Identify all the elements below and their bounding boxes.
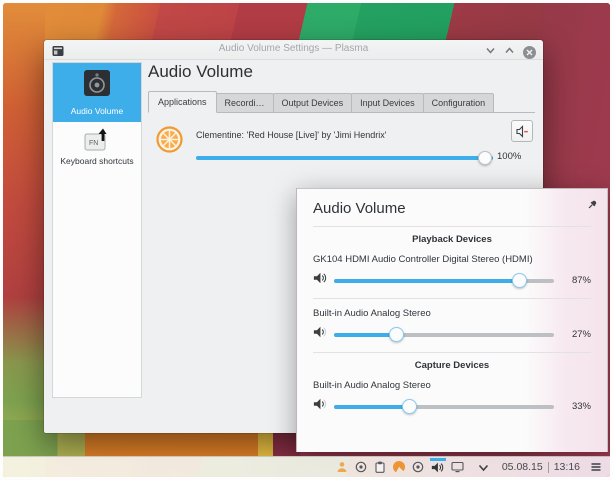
- taskbar: 05.08.15 13:16: [3, 456, 610, 477]
- clementine-orange-icon: [156, 126, 183, 158]
- divider: [313, 298, 591, 299]
- hamburger-menu-icon[interactable]: [588, 457, 603, 477]
- slider-handle[interactable]: [389, 326, 405, 342]
- application-volume-row: Clementine: 'Red House [Live]' by 'Jimi …: [148, 120, 535, 165]
- sidebar-item-audio-volume[interactable]: Audio Volume: [53, 63, 141, 122]
- svg-text:FN: FN: [89, 140, 98, 147]
- titlebar[interactable]: Audio Volume Settings — Plasma: [44, 40, 543, 60]
- device-volume-row: 33%: [313, 398, 591, 415]
- speaker-box-icon: [82, 68, 112, 103]
- volume-value: 27%: [571, 329, 591, 340]
- slider-handle[interactable]: [401, 398, 417, 414]
- active-indicator: [429, 458, 446, 461]
- audio-volume-popup: Audio Volume Playback Devices GK104 HDMI…: [296, 188, 608, 452]
- expand-chevron-icon[interactable]: [476, 457, 492, 477]
- device-volume-row: 87%: [313, 272, 591, 289]
- slider-handle[interactable]: [512, 272, 528, 288]
- application-stream-title: Clementine: 'Red House [Live]' by 'Jimi …: [196, 130, 387, 140]
- disc-icon[interactable]: [411, 457, 426, 477]
- clock-separator: [547, 461, 549, 473]
- clock-date: 05.08.15: [501, 461, 543, 473]
- volume-value: 100%: [497, 151, 522, 162]
- audio-volume-tray-icon[interactable]: [429, 457, 446, 477]
- clipboard-icon[interactable]: [373, 457, 388, 477]
- speaker-mute-icon[interactable]: [511, 120, 533, 142]
- record-circle-icon[interactable]: [354, 457, 369, 477]
- device-volume-slider[interactable]: [334, 272, 554, 288]
- sidebar-item-label: Audio Volume: [70, 106, 124, 116]
- volume-value: 87%: [571, 275, 591, 286]
- device-volume-slider[interactable]: [334, 326, 554, 342]
- maximize-chevron-icon[interactable]: [504, 43, 515, 61]
- sidebar-item-label: Keyboard shortcuts: [60, 156, 134, 166]
- wallpaper-left-band: [3, 3, 45, 477]
- desktop: Audio Volume Settings — Plasma Audio Vol…: [3, 3, 610, 477]
- minimize-chevron-icon[interactable]: [485, 43, 496, 61]
- tab-bar: Applications Recordi… Output Devices Inp…: [148, 91, 535, 113]
- fn-key-arrow-icon: FN: [84, 127, 110, 153]
- device-volume-row: 27%: [313, 326, 591, 343]
- sidebar: Audio Volume FN Keyboard shortcuts: [52, 62, 142, 398]
- window-title: Audio Volume Settings — Plasma: [218, 43, 369, 54]
- close-circle-icon[interactable]: [523, 45, 536, 59]
- pin-icon[interactable]: [587, 197, 598, 215]
- tab-configuration[interactable]: Configuration: [422, 93, 495, 112]
- popup-title: Audio Volume: [313, 200, 406, 217]
- speaker-low-icon: [313, 325, 327, 344]
- tab-input-devices[interactable]: Input Devices: [351, 93, 424, 112]
- clementine-tray-icon[interactable]: [392, 457, 407, 477]
- page-title: Audio Volume: [148, 62, 253, 81]
- tab-recording[interactable]: Recordi…: [215, 93, 274, 112]
- speaker-loud-icon: [313, 271, 327, 290]
- device-name: GK104 HDMI Audio Controller Digital Ster…: [313, 254, 533, 265]
- application-volume-slider[interactable]: [196, 151, 493, 165]
- section-header-playback: Playback Devices: [412, 234, 492, 245]
- clock-time: 13:16: [553, 461, 580, 473]
- speaker-low-icon: [313, 397, 327, 416]
- divider: [313, 226, 591, 227]
- divider: [313, 352, 591, 353]
- sidebar-item-keyboard-shortcuts[interactable]: FN Keyboard shortcuts: [53, 122, 141, 172]
- volume-value: 33%: [571, 401, 591, 412]
- user-status-icon[interactable]: [335, 457, 350, 477]
- tab-output-devices[interactable]: Output Devices: [272, 93, 353, 112]
- tab-applications[interactable]: Applications: [148, 91, 217, 113]
- display-icon[interactable]: [450, 457, 466, 477]
- slider-handle[interactable]: [478, 151, 492, 165]
- digital-clock[interactable]: 05.08.15 13:16: [502, 461, 580, 473]
- section-header-capture: Capture Devices: [414, 360, 490, 371]
- device-name: Built-in Audio Analog Stereo: [313, 380, 431, 391]
- device-name: Built-in Audio Analog Stereo: [313, 308, 431, 319]
- device-volume-slider[interactable]: [334, 398, 554, 414]
